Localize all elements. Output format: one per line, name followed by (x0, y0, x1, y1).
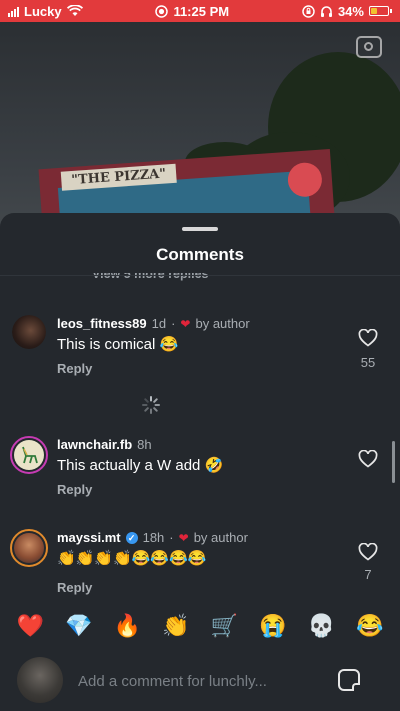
emoji-reaction-bar: ❤️ 💎 🔥 👏 🛒 😭 💀 😂 (0, 609, 400, 643)
like-count: 7 (364, 567, 372, 582)
sticker-icon[interactable] (338, 669, 360, 691)
recording-icon (155, 4, 169, 18)
avatar[interactable] (12, 315, 46, 349)
comment-time: 18h (142, 530, 165, 545)
current-user-avatar (17, 657, 63, 703)
camera-icon[interactable] (356, 36, 382, 58)
reply-button[interactable]: Reply (57, 580, 92, 595)
like-button[interactable] (358, 450, 378, 468)
carrier-label: Lucky (24, 3, 62, 19)
comment-text: This actually a W add 🤣 (57, 457, 224, 474)
battery-icon (368, 6, 392, 16)
comment-username[interactable]: mayssi.mt (57, 530, 121, 545)
comment-meta: lawnchair.fb 8h (57, 437, 152, 452)
comment-text: 👏👏👏👏😂😂😂😂 (57, 550, 207, 567)
author-heart-icon: ❤ (180, 316, 191, 331)
comment-time: 1d (151, 316, 167, 331)
status-right: 34% (302, 4, 392, 19)
heart-outline-icon (358, 543, 378, 561)
like-button[interactable] (358, 329, 378, 347)
signal-icon (8, 6, 19, 17)
lawn-chair-icon (22, 446, 38, 464)
emoji-heart[interactable]: ❤️ (14, 613, 46, 639)
emoji-joy[interactable]: 😂 (354, 613, 386, 639)
status-bar: Lucky 11:25 PM 34% (0, 0, 400, 22)
verified-badge-icon: ✓ (125, 531, 138, 544)
emoji-skull[interactable]: 💀 (305, 613, 337, 639)
comment-meta: mayssi.mt ✓ 18h · ❤ by author (57, 530, 248, 545)
emoji-sob[interactable]: 😭 (257, 613, 289, 639)
comment-composer (0, 649, 400, 711)
wifi-icon (66, 5, 83, 16)
orientation-lock-icon (302, 4, 315, 18)
dot-separator: · (169, 530, 174, 545)
avatar[interactable] (10, 436, 48, 474)
header-divider (0, 275, 400, 276)
by-author-label: by author (195, 316, 250, 331)
headphones-icon (320, 5, 332, 17)
heart-outline-icon (358, 329, 378, 347)
comment-time: 8h (137, 437, 152, 452)
comment-username[interactable]: lawnchair.fb (57, 437, 132, 452)
author-heart-icon: ❤ (178, 530, 189, 545)
comment-input[interactable] (76, 663, 320, 699)
sheet-drag-handle[interactable] (182, 227, 218, 231)
emoji-clap[interactable]: 👏 (160, 613, 192, 639)
status-left: Lucky (8, 4, 83, 19)
like-button[interactable] (358, 543, 378, 561)
comment-username[interactable]: leos_fitness89 (57, 316, 147, 331)
comment-meta: leos_fitness89 1d · ❤ by author (57, 316, 250, 331)
dot-separator: · (171, 316, 176, 331)
scrollbar[interactable] (392, 441, 395, 483)
emoji-fire[interactable]: 🔥 (111, 613, 143, 639)
like-count: 55 (360, 355, 376, 370)
avatar[interactable] (10, 529, 48, 567)
battery-percent: 34% (337, 3, 364, 19)
comment-text: This is comical 😂 (57, 336, 179, 353)
reply-button[interactable]: Reply (57, 361, 92, 376)
status-center: 11:25 PM (155, 4, 229, 19)
emoji-cart[interactable]: 🛒 (208, 613, 240, 639)
heart-outline-icon (358, 450, 378, 468)
loading-spinner-icon (142, 396, 160, 414)
by-author-label: by author (193, 530, 248, 545)
comments-sheet: Comments View 5 more replies leos_fitnes… (0, 213, 400, 711)
reply-button[interactable]: Reply (57, 482, 92, 497)
emoji-gem[interactable]: 💎 (63, 613, 95, 639)
sheet-title: Comments (156, 245, 244, 264)
clock: 11:25 PM (173, 3, 230, 19)
